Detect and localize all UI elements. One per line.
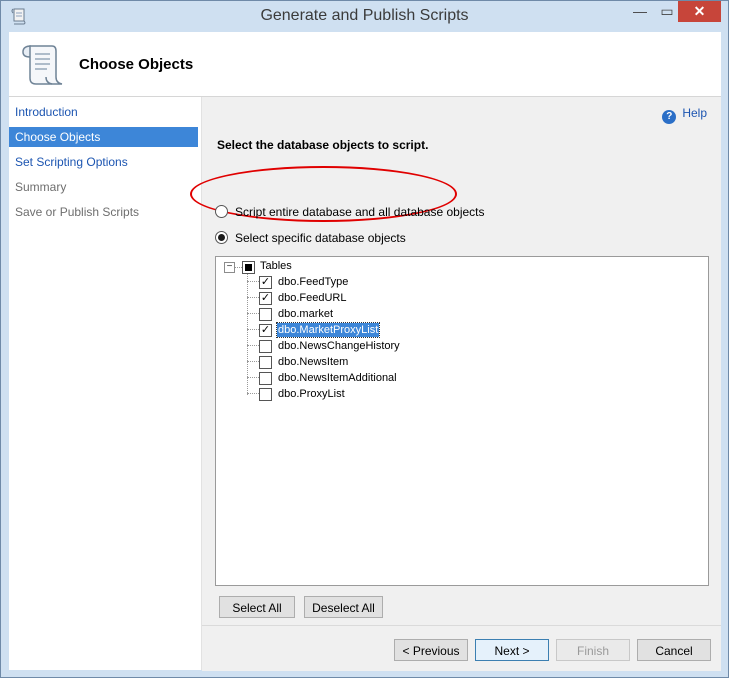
tree-item-label[interactable]: dbo.NewsItem: [277, 355, 349, 369]
wizard-nav: Introduction Choose Objects Set Scriptin…: [9, 97, 202, 670]
finish-button: Finish: [556, 639, 630, 661]
nav-item-choose-objects[interactable]: Choose Objects: [9, 127, 198, 147]
tree-item-label[interactable]: dbo.NewsItemAdditional: [277, 371, 398, 385]
help-icon: ?: [662, 110, 677, 124]
tree-connector: [247, 377, 259, 378]
radio-specific-objects[interactable]: Select specific database objects: [215, 230, 406, 246]
tree-item-label[interactable]: dbo.FeedType: [277, 275, 349, 289]
next-button[interactable]: Next >: [475, 639, 549, 661]
table-checkbox[interactable]: ✓: [259, 292, 272, 305]
close-button[interactable]: ✕: [678, 1, 721, 22]
tree-connector: [247, 281, 259, 282]
table-checkbox[interactable]: [259, 308, 272, 321]
table-checkbox[interactable]: [259, 356, 272, 369]
select-all-button[interactable]: Select All: [219, 596, 295, 618]
tree-connector: [234, 267, 242, 268]
help-label: Help: [682, 106, 707, 120]
radio-entire-label: Script entire database and all database …: [235, 205, 485, 219]
tree-connector: [247, 297, 259, 298]
table-checkbox[interactable]: [259, 388, 272, 401]
table-checkbox[interactable]: [259, 372, 272, 385]
radio-button-checked[interactable]: [215, 231, 228, 244]
table-checkbox[interactable]: ✓: [259, 324, 272, 337]
radio-entire-database[interactable]: Script entire database and all database …: [215, 204, 485, 220]
tree-item-label[interactable]: dbo.NewsChangeHistory: [277, 339, 401, 353]
instruction-text: Select the database objects to script.: [217, 138, 429, 152]
collapse-toggle-icon[interactable]: −: [224, 262, 235, 273]
tree-item-label[interactable]: dbo.FeedURL: [277, 291, 348, 305]
help-link[interactable]: ? Help: [662, 106, 707, 124]
tree-item-label[interactable]: dbo.MarketProxyList: [275, 322, 381, 338]
tree-connector: [247, 393, 259, 394]
deselect-all-button[interactable]: Deselect All: [304, 596, 383, 618]
page-header: Choose Objects: [9, 32, 721, 97]
page-title: Choose Objects: [79, 56, 194, 73]
nav-item-save-or-publish: Save or Publish Scripts: [15, 205, 140, 219]
tree-item-label[interactable]: dbo.ProxyList: [277, 387, 346, 401]
maximize-button[interactable]: ▭: [653, 1, 681, 22]
radio-specific-label: Select specific database objects: [235, 231, 406, 245]
tree-connector: [247, 329, 259, 330]
wizard-window: Generate and Publish Scripts — ▭ ✕ Choos…: [0, 0, 729, 678]
wizard-footer: < Previous Next > Finish Cancel: [202, 625, 721, 671]
tables-checkbox[interactable]: [242, 261, 255, 274]
nav-item-set-scripting-options[interactable]: Set Scripting Options: [9, 152, 198, 172]
tree-connector: [247, 313, 259, 314]
main-panel: ? Help Select the database objects to scr…: [190, 97, 721, 625]
object-tree[interactable]: − Tables ✓ dbo.FeedType ✓ dbo.FeedURL dbo.ma…: [215, 256, 709, 586]
table-checkbox[interactable]: ✓: [259, 276, 272, 289]
cancel-button[interactable]: Cancel: [637, 639, 711, 661]
radio-button[interactable]: [215, 205, 228, 218]
minimize-button[interactable]: —: [626, 1, 654, 22]
tree-connector: [247, 361, 259, 362]
title-bar[interactable]: Generate and Publish Scripts — ▭ ✕: [1, 1, 728, 32]
nav-item-summary: Summary: [15, 180, 67, 194]
table-checkbox[interactable]: [259, 340, 272, 353]
tree-item-label[interactable]: dbo.market: [277, 307, 334, 321]
tree-connector: [247, 345, 259, 346]
window-title: Generate and Publish Scripts: [260, 7, 469, 24]
scroll-icon: [22, 45, 63, 85]
wizard-client: Choose Objects Introduction Choose Objec…: [9, 32, 721, 671]
previous-button[interactable]: < Previous: [394, 639, 468, 661]
tree-root-label[interactable]: Tables: [259, 259, 293, 273]
nav-item-introduction[interactable]: Introduction: [9, 102, 198, 122]
